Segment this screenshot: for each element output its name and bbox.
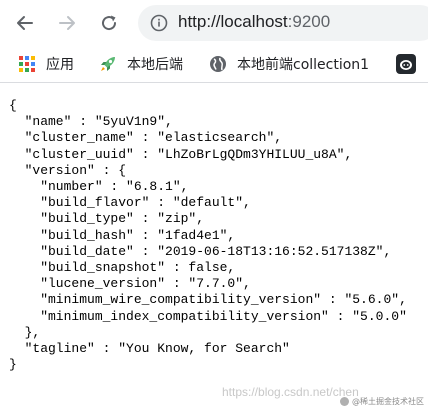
json-line: "cluster_name" : "elasticsearch", [9, 130, 283, 146]
json-line: "lucene_version" : "7.7.0", [9, 276, 251, 292]
back-arrow-icon [17, 16, 33, 30]
bookmark-github[interactable] [396, 54, 425, 74]
bookmark-apps[interactable]: 应用 [17, 54, 74, 74]
json-response: { "name" : "5yuV1n9", "cluster_name" : "… [9, 98, 407, 373]
forward-button[interactable] [52, 8, 82, 38]
json-line: }, [9, 324, 41, 340]
json-line: "tagline" : "You Know, for Search" [9, 341, 290, 357]
watermark-tag-text: @稀土掘金技术社区 [352, 397, 424, 406]
rocket-icon [101, 57, 115, 71]
watermark-url: https://blog.csdn.net/chen [222, 385, 359, 399]
bookmark-local-frontend[interactable]: 本地前端collection1 [208, 54, 369, 74]
bookmark-label: 本地前端collection1 [237, 57, 370, 73]
json-line: "build_type" : "zip", [9, 211, 205, 227]
bookmark-label: 应用 [46, 57, 74, 73]
json-line: "version" : { [9, 162, 127, 178]
watermark-tag: @稀土掘金技术社区 [340, 396, 424, 407]
json-line: "build_date" : "2019-06-18T13:16:52.5171… [9, 243, 392, 259]
browser-toolbar: http://localhost:9200 [0, 0, 428, 46]
json-line: { [9, 98, 17, 113]
json-line: "cluster_uuid" : "LhZoBrLgQDm3YHILUU_u8A… [9, 146, 353, 162]
json-line: "build_snapshot" : false, [9, 260, 236, 276]
json-line: "build_flavor" : "default", [9, 195, 251, 211]
json-line: "minimum_index_compatibility_version" : … [9, 308, 407, 324]
bookmark-local-backend[interactable]: 本地后端 [98, 54, 183, 74]
url-text[interactable]: http://localhost:9200 [178, 12, 330, 32]
json-line: "minimum_wire_compatibility_version" : "… [9, 292, 407, 308]
info-icon[interactable] [150, 14, 168, 32]
github-icon [396, 54, 416, 74]
json-line: "build_hash" : "1fad4e1", [9, 227, 236, 243]
json-line: "number" : "6.8.1", [9, 179, 189, 195]
reload-icon [102, 15, 117, 31]
url-host: localhost [220, 12, 288, 31]
bookmarks-bar: 应用 本地后端 本地前端collection1 [0, 46, 428, 83]
url-port: :9200 [287, 12, 331, 31]
address-bar[interactable]: http://localhost:9200 [138, 5, 428, 41]
json-line: } [9, 357, 17, 373]
back-button[interactable] [10, 8, 40, 38]
reload-button[interactable] [94, 8, 124, 38]
bookmark-label: 本地后端 [127, 57, 183, 73]
globe-icon [210, 56, 226, 72]
url-scheme: http:// [178, 12, 221, 31]
forward-arrow-icon [59, 16, 75, 30]
watermark-logo-icon [340, 397, 349, 406]
apps-grid-icon [19, 56, 35, 72]
json-line: "name" : "5yuV1n9", [9, 114, 173, 130]
